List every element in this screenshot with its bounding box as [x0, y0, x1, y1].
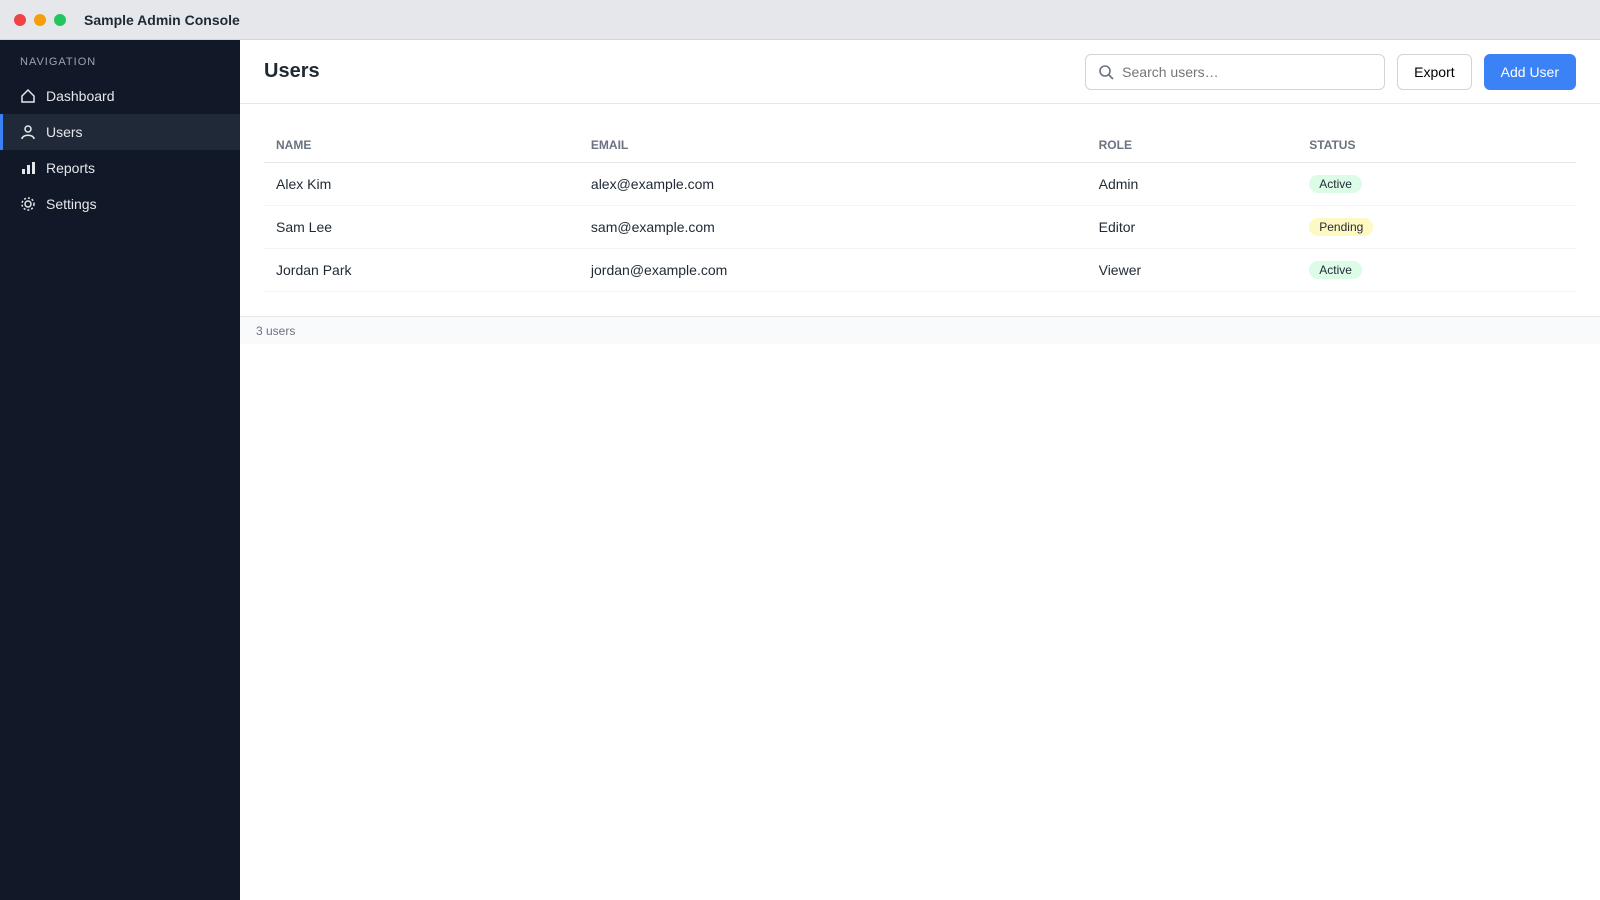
title-bar: Sample Admin Console — [0, 0, 1600, 40]
search-icon — [1098, 64, 1114, 80]
table-row[interactable]: Alex Kim alex@example.com Admin Active — [264, 162, 1576, 206]
status-bar: 3 users — [240, 316, 1600, 344]
content-area: Name Email Role Status Alex Kim alex@exam… — [240, 104, 1600, 316]
app-title: Sample Admin Console — [84, 11, 240, 28]
cell-role: Editor — [1086, 205, 1298, 249]
status-badge: Active — [1309, 175, 1362, 193]
cell-name: Jordan Park — [264, 248, 579, 292]
toolbar: Users Export Add User — [240, 40, 1600, 104]
users-table: Name Email Role Status Alex Kim alex@exam… — [264, 128, 1576, 292]
cell-name: Sam Lee — [264, 205, 579, 249]
cell-role: Viewer — [1086, 248, 1298, 292]
chart-icon — [20, 160, 36, 176]
cell-name: Alex Kim — [264, 162, 579, 206]
table-row[interactable]: Sam Lee sam@example.com Editor Pending — [264, 205, 1576, 249]
sidebar-item-dashboard[interactable]: Dashboard — [0, 78, 240, 114]
sidebar-item-label: Dashboard — [46, 88, 115, 104]
column-header[interactable]: Name — [264, 128, 579, 163]
column-header[interactable]: Status — [1297, 128, 1576, 163]
page-title: Users — [264, 60, 320, 82]
cell-email: sam@example.com — [578, 205, 1087, 249]
sidebar-item-settings[interactable]: Settings — [0, 186, 240, 222]
sidebar-item-label: Settings — [46, 196, 97, 212]
search-box[interactable] — [1085, 53, 1386, 90]
sidebar-heading: Navigation — [20, 56, 97, 68]
sidebar-item-users[interactable]: Users — [0, 114, 240, 150]
search-input[interactable] — [1122, 63, 1373, 80]
column-header[interactable]: Email — [578, 128, 1087, 163]
cell-email: jordan@example.com — [578, 248, 1087, 292]
status-badge: Active — [1309, 261, 1362, 279]
add-user-button[interactable]: Add User — [1483, 53, 1576, 90]
table-row[interactable]: Jordan Park jordan@example.com Viewer Activ… — [264, 248, 1576, 292]
column-header[interactable]: Role — [1086, 128, 1298, 163]
maximize-window-button[interactable] — [54, 13, 66, 26]
sidebar: Navigation Dashboard Users Reports Settings — [0, 40, 240, 900]
sidebar-item-label: Reports — [46, 160, 96, 176]
close-window-button[interactable] — [14, 13, 26, 26]
sidebar-item-reports[interactable]: Reports — [0, 150, 240, 186]
table-header-row: Name Email Role Status — [264, 128, 1576, 163]
main-panel: Users Export Add User Name Email — [240, 40, 1600, 900]
body-row: Navigation Dashboard Users Reports Settings… — [0, 40, 1600, 900]
gear-icon — [20, 196, 36, 212]
export-button[interactable]: Export — [1397, 53, 1472, 90]
cell-status: Pending — [1297, 205, 1576, 249]
cell-status: Active — [1297, 248, 1576, 292]
app-window: Sample Admin Console Navigation Dashboar… — [0, 0, 1600, 900]
sidebar-item-label: Users — [46, 124, 83, 140]
users-icon — [20, 124, 36, 140]
cell-status: Active — [1297, 162, 1576, 206]
window-controls — [14, 13, 66, 26]
status-badge: Pending — [1309, 218, 1374, 236]
sidebar-items: Dashboard Users Reports Settings — [0, 78, 240, 222]
table-body: Alex Kim alex@example.com Admin Active Sam L… — [264, 162, 1576, 292]
home-icon — [20, 88, 36, 104]
cell-email: alex@example.com — [578, 162, 1087, 206]
status-text: 3 users — [256, 323, 296, 338]
cell-role: Admin — [1086, 162, 1298, 206]
minimize-window-button[interactable] — [34, 13, 46, 26]
